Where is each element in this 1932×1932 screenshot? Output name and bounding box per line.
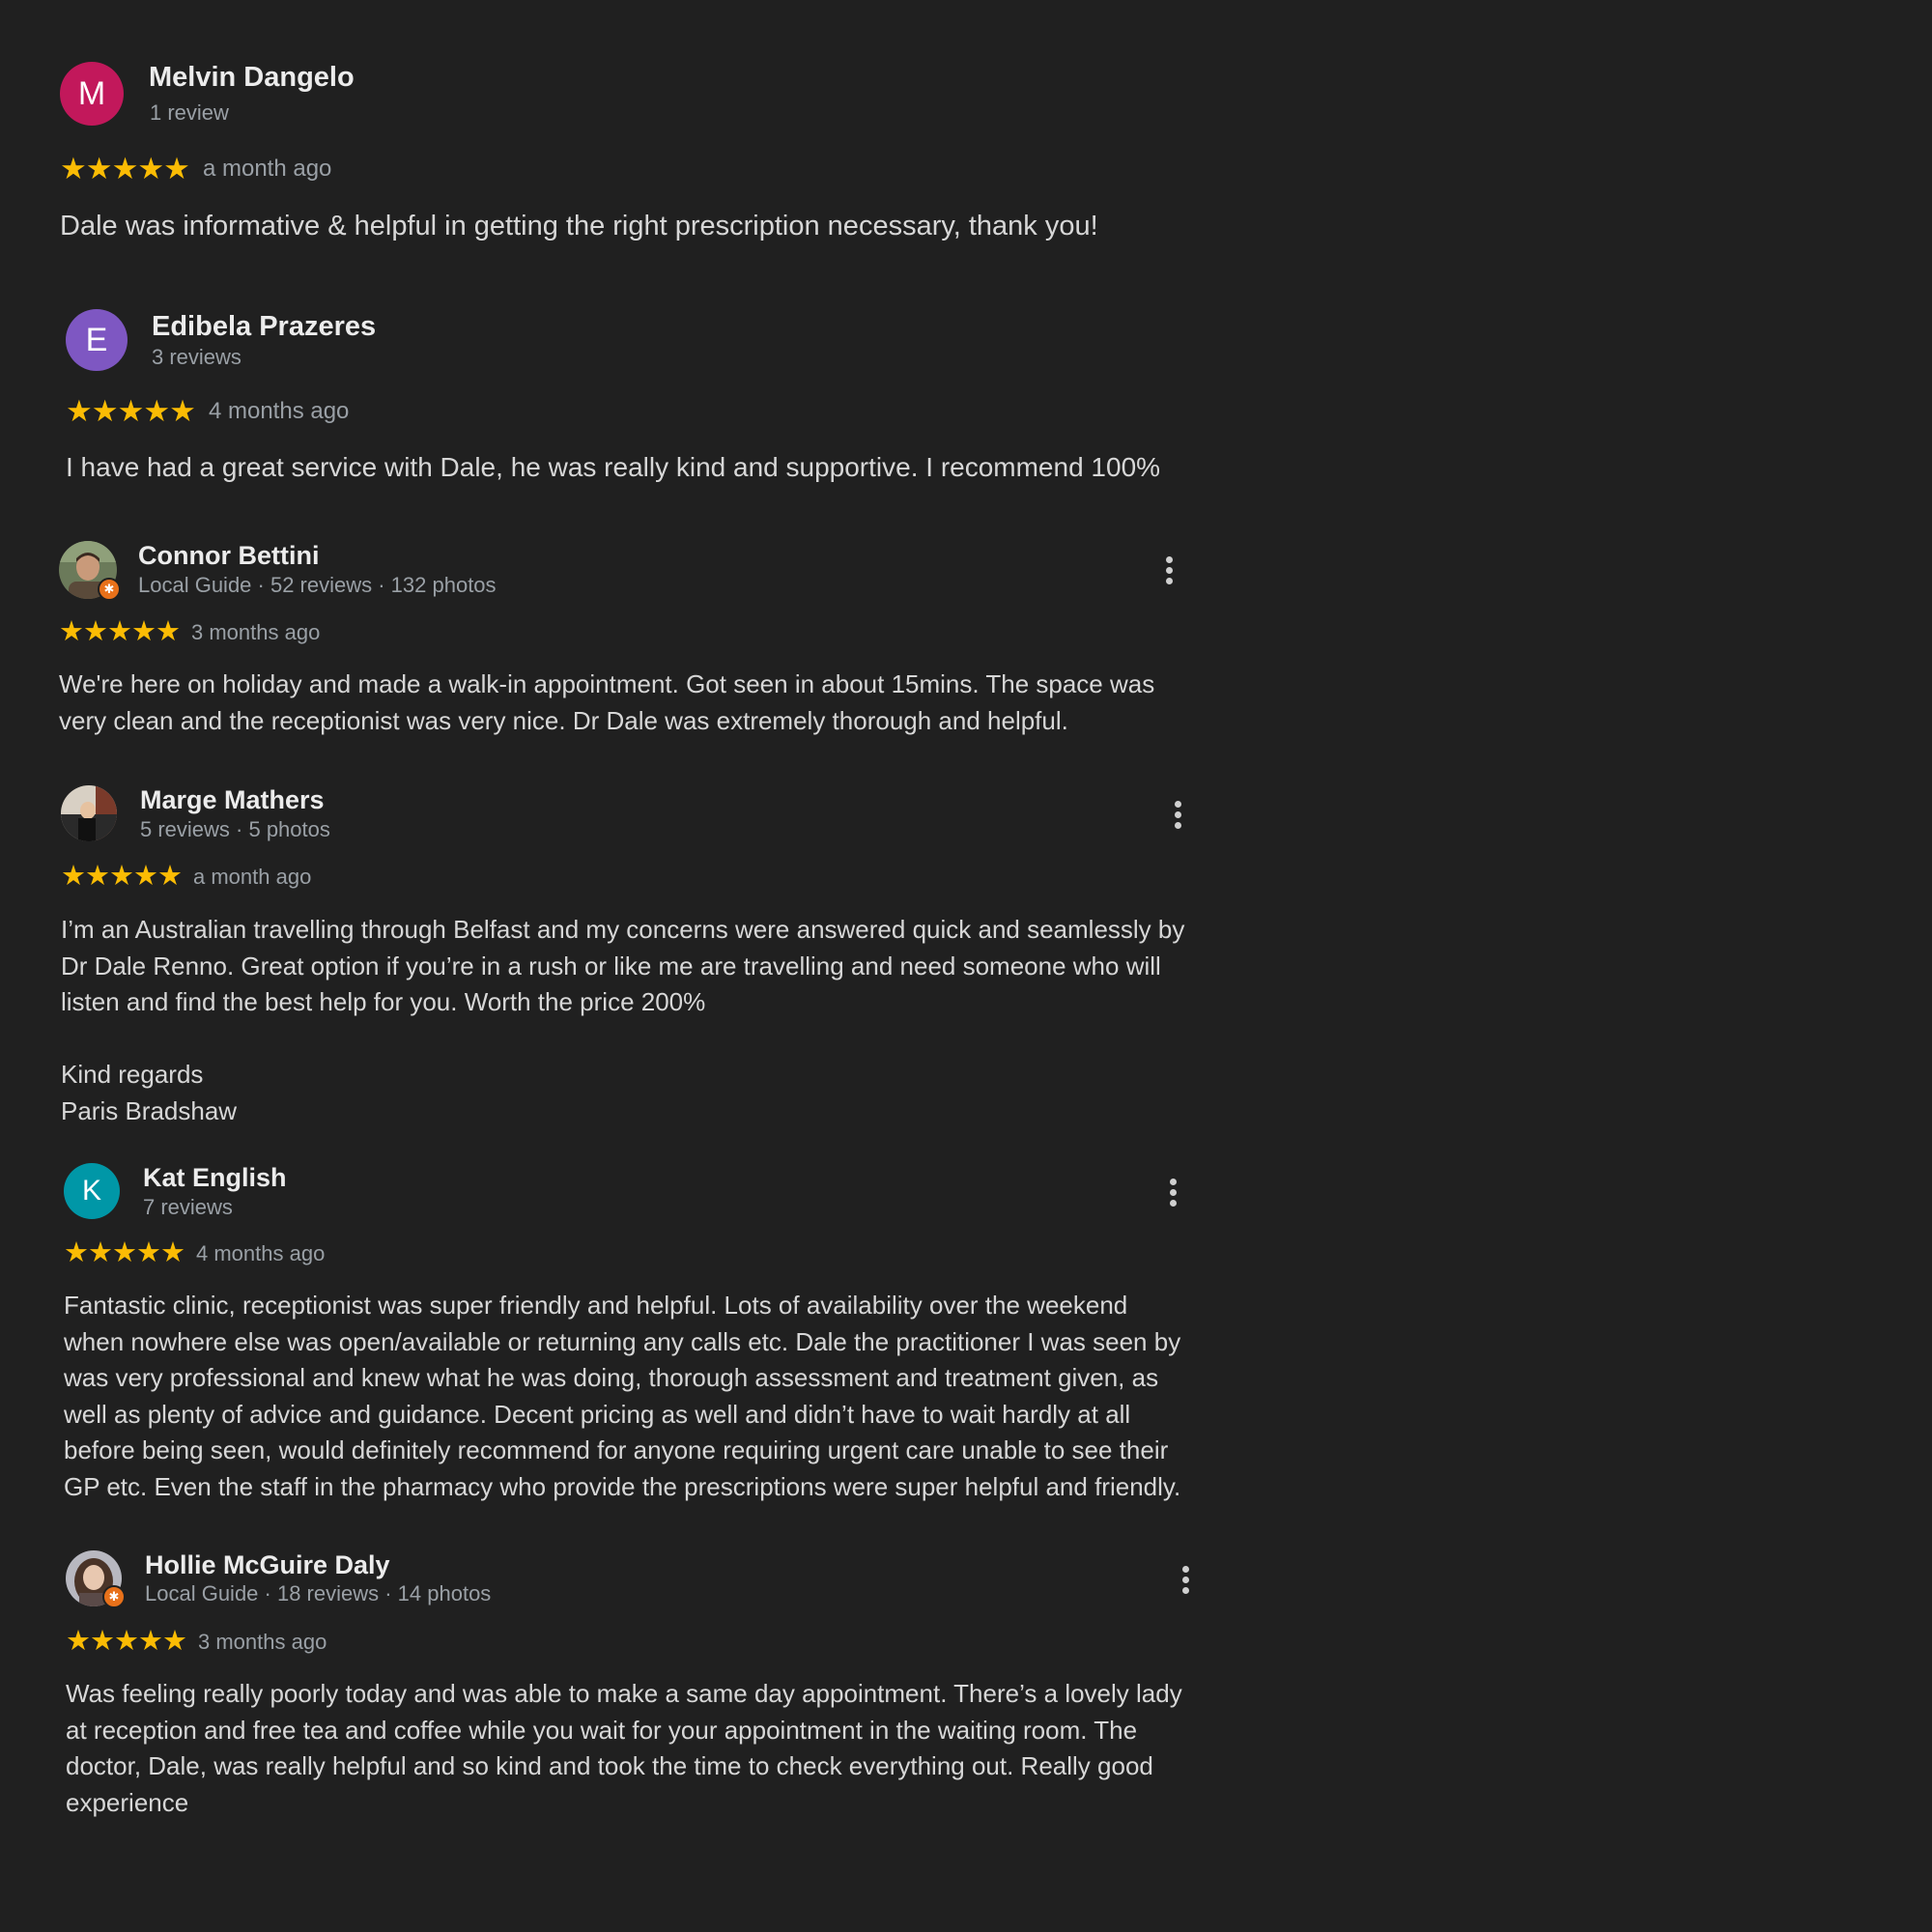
reviewer-name[interactable]: Melvin Dangelo [149,62,355,94]
review-date: a month ago [193,864,312,889]
star-rating: ★★★★★ [60,152,190,185]
profile-photo-icon [61,785,117,841]
local-guide-badge-icon: ✱ [98,578,121,601]
reviewer-meta: 7 reviews [143,1195,233,1219]
more-options-icon[interactable] [1155,551,1182,589]
reviewer-meta: 5 reviews · 5 photos [140,817,330,841]
reviewer-name[interactable]: Hollie McGuire Daly [145,1550,390,1580]
review-text: I have had a great service with Dale, he… [66,452,1161,482]
avatar[interactable]: M [60,62,124,126]
avatar[interactable]: ✱ [66,1550,126,1608]
review-text: Fantastic clinic, receptionist was super… [64,1291,1181,1501]
reviewer-name[interactable]: Kat English [143,1163,287,1193]
review-text: Dale was informative & helpful in gettin… [60,211,1098,242]
review-date: 3 months ago [198,1629,327,1654]
rating-row: ★★★★★ 4 months ago [66,396,349,426]
reviewer-name[interactable]: Connor Bettini [138,541,319,571]
reviewer-name[interactable]: Marge Mathers [140,785,325,815]
avatar[interactable]: K [64,1163,120,1219]
review-date: 4 months ago [208,397,350,424]
rating-row: ★★★★★ a month ago [61,863,311,891]
review-date: 3 months ago [191,619,321,644]
avatar-letter: E [66,309,128,371]
star-rating: ★★★★★ [61,861,183,892]
avatar[interactable]: ✱ [59,541,121,601]
reviewer-meta: 1 review [150,100,229,125]
rating-row: ★★★★★ 3 months ago [66,1628,327,1656]
review-date: a month ago [202,155,332,182]
review-text: We're here on holiday and made a walk-in… [59,669,1155,735]
review-date: 4 months ago [196,1240,326,1265]
rating-row: ★★★★★ 3 months ago [59,618,320,646]
avatar[interactable]: E [66,309,128,371]
avatar[interactable] [61,785,117,841]
star-rating: ★★★★★ [59,616,181,647]
rating-row: ★★★★★ a month ago [60,154,331,184]
reviewer-name[interactable]: Edibela Prazeres [152,311,376,343]
reviewer-meta: Local Guide · 52 reviews · 132 photos [138,573,497,597]
rating-row: ★★★★★ 4 months ago [64,1239,325,1267]
more-options-icon[interactable] [1172,1560,1199,1599]
local-guide-badge-icon: ✱ [102,1585,126,1608]
star-rating: ★★★★★ [66,1626,187,1657]
avatar-letter: M [60,62,124,126]
star-rating: ★★★★★ [66,394,196,428]
avatar-letter: K [64,1163,120,1219]
reviewer-meta: Local Guide · 18 reviews · 14 photos [145,1581,492,1605]
star-rating: ★★★★★ [64,1237,185,1268]
review-text: I’m an Australian travelling through Bel… [61,915,1185,1125]
more-options-icon[interactable] [1164,795,1191,834]
more-options-icon[interactable] [1159,1173,1186,1211]
review-text: Was feeling really poorly today and was … [66,1679,1182,1817]
reviewer-meta: 3 reviews [152,345,242,369]
